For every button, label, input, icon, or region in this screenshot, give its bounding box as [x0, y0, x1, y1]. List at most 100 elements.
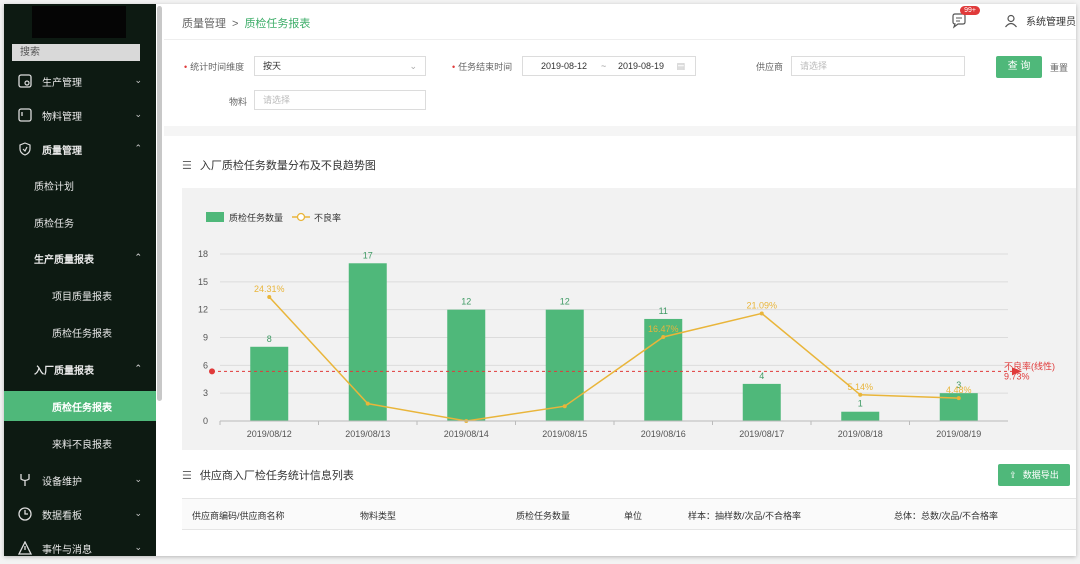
- breadcrumb-separator: >: [232, 18, 239, 30]
- x-tick-label: 2019/08/18: [838, 429, 883, 439]
- x-tick-label: 2019/08/13: [345, 429, 390, 439]
- table-title-text: 供应商入厂检任务统计信息列表: [199, 470, 354, 482]
- warning-icon: [18, 541, 32, 555]
- nav-label: 生产质量报表: [34, 254, 94, 266]
- nav-task-report-production[interactable]: 质检任务报表: [4, 317, 156, 347]
- col-total[interactable]: 总体：总数/次品/不合格率: [894, 509, 998, 522]
- nav-equipment[interactable]: 设备维护 ⌄: [4, 465, 156, 495]
- line-point: [759, 311, 764, 316]
- nav-events[interactable]: 事件与消息 ⌄: [4, 533, 156, 556]
- bar-value-label: 12: [560, 297, 570, 307]
- chart-bars: [250, 263, 978, 421]
- section-divider: [164, 126, 1076, 136]
- calendar-icon[interactable]: ▤: [676, 57, 685, 75]
- chart-section-title: ☰ 入厂质检任务数量分布及不良趋势图: [182, 157, 376, 173]
- nav-label: 事件与消息: [42, 544, 92, 556]
- chart-legend: 质检任务数量 不良率: [206, 212, 341, 223]
- chevron-up-icon: ⌃: [134, 363, 142, 373]
- line-value-label: 5.14%: [847, 382, 873, 392]
- nav-inspection-task[interactable]: 质检任务: [4, 207, 156, 237]
- nav-incoming-quality-report[interactable]: 入厂质量报表 ⌃: [4, 354, 156, 384]
- production-icon: [18, 74, 32, 88]
- line-value-label: 21.09%: [746, 300, 777, 310]
- query-button[interactable]: 查 询: [996, 56, 1042, 78]
- nav-inspection-plan[interactable]: 质检计划: [4, 170, 156, 200]
- nav-label: 数据看板: [42, 510, 82, 522]
- line-value-label: 16.47%: [648, 324, 679, 334]
- sidebar-scrollbar[interactable]: [156, 4, 164, 556]
- dim-select-value: 按天: [263, 61, 282, 71]
- chart-x-axis: 2019/08/12 2019/08/13 2019/08/14 2019/08/15…: [219, 420, 1008, 439]
- bar: [250, 346, 289, 421]
- topbar: 质量管理 > 质检任务报表 99+ 系统管理员: [164, 4, 1076, 40]
- scrollbar-thumb[interactable]: [157, 6, 162, 401]
- nav-label: 来料不良报表: [52, 439, 112, 451]
- shield-icon: [19, 142, 31, 156]
- end-date[interactable]: 2019-08-19: [618, 57, 664, 75]
- bar-value-label: 4: [759, 371, 764, 381]
- nav-project-quality-report[interactable]: 项目质量报表: [4, 280, 156, 310]
- nav-material[interactable]: 物料管理 ⌄: [4, 100, 156, 130]
- user-menu[interactable]: 系统管理员: [1004, 13, 1076, 28]
- x-tick-label: 2019/08/14: [444, 429, 489, 439]
- nav-quality[interactable]: 质量管理 ⌃: [4, 134, 156, 164]
- date-range-picker[interactable]: 2019-08-12 ~ 2019-08-19 ▤: [522, 56, 696, 76]
- nav-task-report-incoming[interactable]: 质检任务报表: [4, 391, 156, 421]
- nav-production-quality-report[interactable]: 生产质量报表 ⌃: [4, 243, 156, 273]
- search-input[interactable]: 搜索: [12, 44, 140, 61]
- chevron-down-icon: ⌄: [134, 75, 142, 85]
- x-tick-label: 2019/08/17: [739, 429, 784, 439]
- dim-select[interactable]: 按天 ⌄: [254, 56, 426, 76]
- legend-bar-swatch: [206, 212, 224, 222]
- chevron-down-icon: ⌄: [134, 542, 142, 552]
- logo: [32, 6, 126, 38]
- end-time-label: • 任务结束时间: [452, 62, 513, 72]
- line-point: [956, 396, 961, 401]
- reset-button[interactable]: 重置: [1050, 61, 1068, 74]
- y-tick-label: 15: [198, 277, 208, 287]
- start-date[interactable]: 2019-08-12: [541, 57, 587, 75]
- nav-label: 入厂质量报表: [34, 365, 94, 377]
- nav-dashboard[interactable]: 数据看板 ⌄: [4, 499, 156, 529]
- notification-badge: 99+: [960, 6, 980, 15]
- y-tick-label: 0: [203, 416, 208, 426]
- nav-incoming-defect-report[interactable]: 来料不良报表: [4, 428, 156, 458]
- col-material-type[interactable]: 物料类型: [360, 509, 396, 522]
- chevron-up-icon: ⌃: [134, 143, 142, 153]
- nav-label: 质检任务: [34, 218, 74, 230]
- bar-value-label: 1: [858, 399, 863, 409]
- table-section-title: ☰ 供应商入厂检任务统计信息列表: [182, 467, 354, 483]
- bar: [742, 383, 781, 421]
- upload-icon: ⇪: [1009, 470, 1017, 480]
- bar: [348, 263, 387, 421]
- breadcrumb-current: 质检任务报表: [244, 18, 311, 30]
- y-tick-label: 18: [198, 249, 208, 259]
- breadcrumb-parent[interactable]: 质量管理: [182, 18, 226, 30]
- export-label: 数据导出: [1022, 470, 1059, 480]
- reference-name-label: 不良率(线性): [1004, 360, 1055, 371]
- chart: 质检任务数量 不良率 0369121518 不良率(线性)9.73% 81712 1…: [198, 212, 1055, 439]
- legend-line-label: 不良率: [314, 212, 341, 223]
- nav-label: 物料管理: [42, 111, 82, 123]
- col-task-count[interactable]: 质检任务数量: [516, 509, 570, 522]
- x-tick-label: 2019/08/15: [542, 429, 587, 439]
- chevron-down-icon: ⌄: [134, 508, 142, 518]
- bar-value-label: 12: [461, 297, 471, 307]
- breadcrumb: 质量管理 > 质检任务报表: [182, 15, 310, 31]
- x-tick-label: 2019/08/16: [641, 429, 686, 439]
- material-select[interactable]: 请选择: [254, 90, 426, 110]
- line-point: [365, 401, 370, 406]
- chevron-down-icon: ⌄: [134, 474, 142, 484]
- nav-production[interactable]: 生产管理 ⌄: [4, 66, 156, 96]
- col-sample[interactable]: 样本：抽样数/次品/不合格率: [688, 509, 801, 522]
- col-supplier[interactable]: 供应商编码/供应商名称: [192, 509, 285, 522]
- bar-value-label: 17: [363, 250, 373, 260]
- col-unit[interactable]: 单位: [624, 509, 642, 522]
- chart-title-text: 入厂质检任务数量分布及不良趋势图: [199, 160, 376, 172]
- supplier-select[interactable]: 请选择: [791, 56, 965, 76]
- bar: [447, 309, 486, 421]
- user-name: 系统管理员: [1026, 17, 1076, 28]
- export-button[interactable]: ⇪ 数据导出: [998, 464, 1070, 486]
- list-icon: ☰: [182, 469, 192, 482]
- line-value-label: 4.48%: [946, 385, 972, 395]
